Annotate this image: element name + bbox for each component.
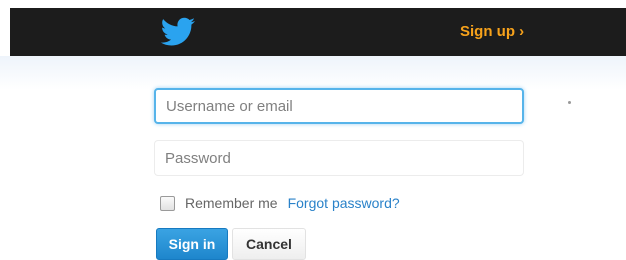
remember-label: Remember me (185, 195, 278, 211)
cancel-button[interactable]: Cancel (232, 228, 306, 260)
header-gradient-band (0, 56, 626, 90)
signin-button[interactable]: Sign in (156, 228, 228, 260)
signup-link[interactable]: Sign up › (460, 23, 524, 40)
decorative-dot (568, 101, 571, 104)
password-input[interactable] (154, 140, 524, 176)
forgot-password-link[interactable]: Forgot password? (288, 195, 400, 211)
remember-row: Remember me Forgot password? (160, 194, 400, 212)
top-bar: Sign up › (10, 8, 626, 56)
username-input[interactable] (154, 88, 524, 124)
remember-checkbox[interactable] (160, 195, 175, 211)
twitter-bird-icon[interactable] (160, 17, 196, 49)
